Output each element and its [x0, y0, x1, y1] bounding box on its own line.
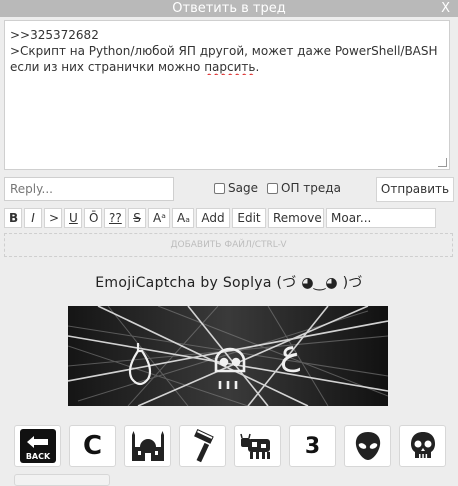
resize-grip-icon[interactable] [438, 158, 447, 167]
message-text: если из них странички можно [10, 60, 205, 74]
captcha-key[interactable] [124, 425, 171, 467]
add-button[interactable]: Add [196, 208, 230, 228]
reply-options-row: Sage ОП треда Отправить [4, 176, 454, 204]
send-button[interactable]: Отправить [376, 177, 454, 202]
sage-option[interactable]: Sage [214, 181, 258, 195]
letter-c-icon: C [82, 431, 103, 461]
alien-icon [355, 432, 380, 460]
op-checkbox[interactable] [267, 182, 278, 194]
mosque-icon [131, 431, 164, 461]
cow-icon [239, 433, 270, 459]
captcha-key[interactable] [234, 425, 281, 467]
captcha-image: ع [67, 305, 389, 407]
close-button[interactable]: X [441, 0, 450, 17]
svg-text:ع: ع [280, 333, 300, 373]
captcha-key[interactable]: BACK [14, 425, 61, 467]
more-button[interactable]: Moar... [326, 208, 436, 228]
file-upload-area[interactable]: ДОБАВИТЬ ФАЙЛ/CTRL-V [4, 233, 453, 257]
italic-button[interactable]: I [24, 208, 42, 228]
sage-label: Sage [228, 181, 258, 195]
spoiler-button[interactable]: ?? [104, 208, 126, 228]
captcha-keypad: BACK C 3 [14, 425, 446, 467]
superscript-button[interactable]: Aᵃ [148, 208, 170, 228]
digit-3-icon: 3 [304, 433, 321, 459]
back-arrow-icon: BACK [19, 429, 56, 463]
markup-toolbar: B I > U Ō ?? S Aᵃ Aₐ Add Edit Remove Moa… [4, 208, 436, 228]
name-input[interactable] [4, 177, 174, 201]
captcha-title: EmojiCaptcha by Soplya (づ ◕‿◕ )づ [95, 275, 363, 291]
bold-button[interactable]: B [4, 208, 22, 228]
strike-button[interactable]: S [128, 208, 146, 228]
misspelled-word: парсить [204, 60, 256, 74]
window-title: Ответить в тред [172, 1, 286, 16]
captcha-key[interactable]: 3 [289, 425, 336, 467]
message-line: >>325372682 [10, 28, 99, 42]
message-line: если из них странички можно парсить. [10, 59, 444, 75]
skull-icon [410, 432, 435, 458]
message-line: >Скрипт на Python/любой ЯП другой, может… [10, 44, 438, 58]
op-option[interactable]: ОП треда [267, 181, 341, 195]
captcha-key[interactable] [399, 425, 446, 467]
subscript-button[interactable]: Aₐ [172, 208, 194, 228]
op-label: ОП треда [281, 181, 341, 195]
captcha-extra-strip [14, 474, 110, 486]
message-textarea[interactable]: >>325372682 >Скрипт на Python/любой ЯП д… [4, 20, 450, 170]
captcha-key[interactable] [179, 425, 226, 467]
captcha-key[interactable]: C [69, 425, 116, 467]
sage-checkbox[interactable] [214, 182, 225, 194]
message-text: . [255, 60, 260, 74]
svg-text:BACK: BACK [25, 452, 50, 461]
overline-button[interactable]: Ō [84, 208, 102, 228]
razor-icon [193, 429, 214, 463]
edit-button[interactable]: Edit [232, 208, 266, 228]
underline-button[interactable]: U [64, 208, 82, 228]
remove-button[interactable]: Remove [268, 208, 324, 228]
quote-button[interactable]: > [44, 208, 62, 228]
captcha-key[interactable] [344, 425, 391, 467]
window-titlebar: Ответить в тред X [0, 0, 458, 17]
